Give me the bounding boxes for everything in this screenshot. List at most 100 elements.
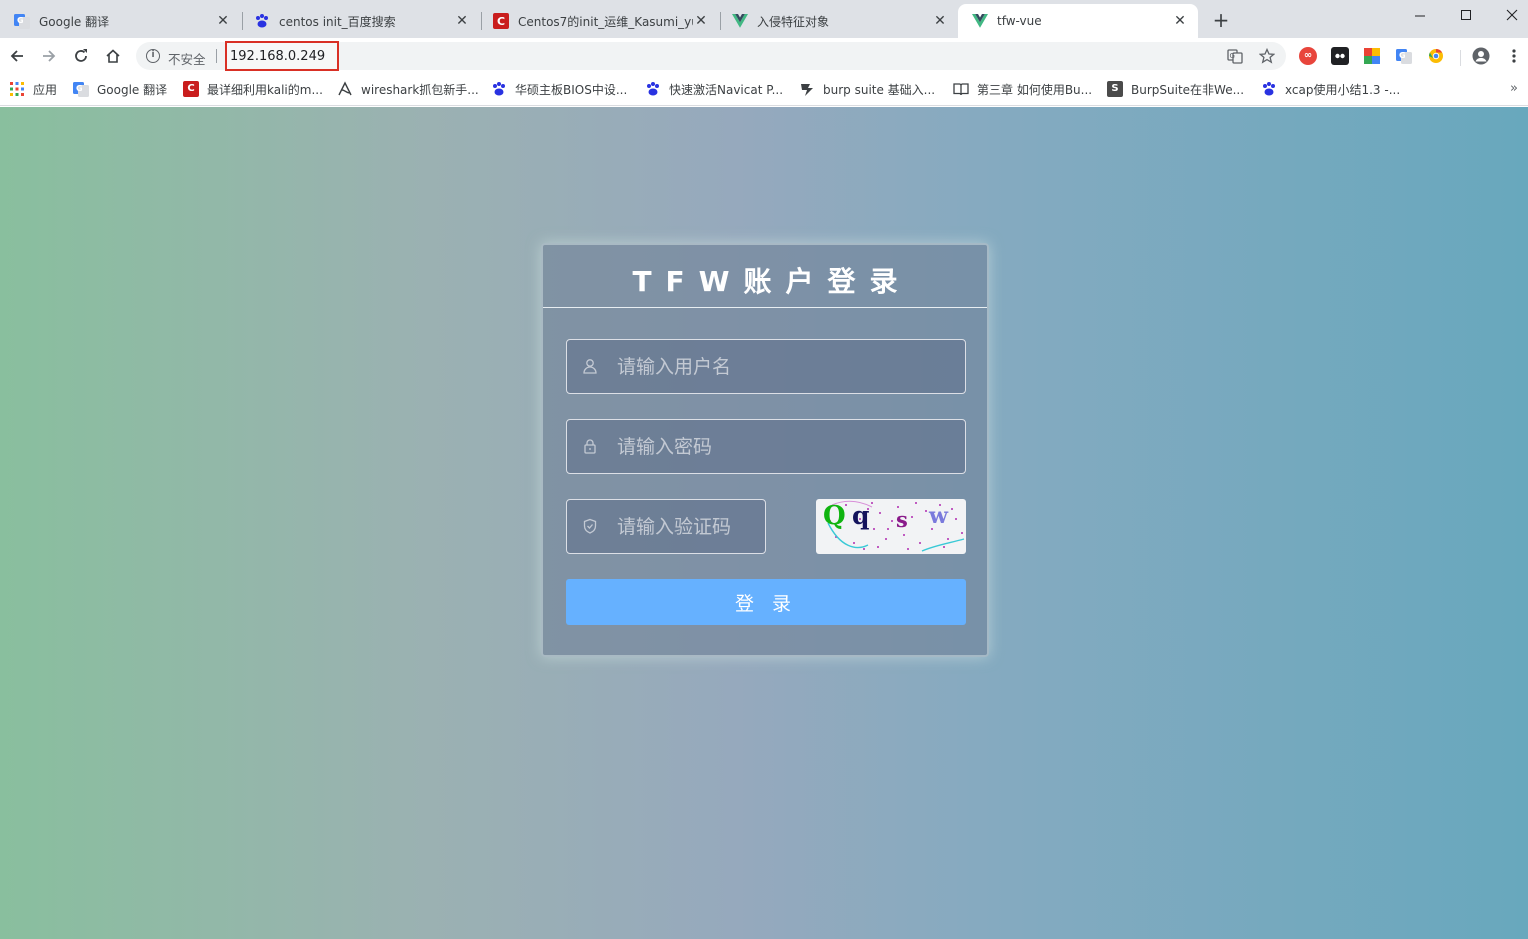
bookmark-label: BurpSuite在非We... [1131,82,1245,97]
username-field[interactable] [566,339,966,394]
translate-page-icon[interactable]: G [1226,47,1244,65]
login-title: TFW账户登录 [632,265,912,298]
tab-title: Google 翻译 [39,14,110,29]
bookmark-label: 第三章 如何使用Bu... [977,82,1093,97]
bookmark-label: 应用 [33,82,58,97]
svg-text:G: G [17,16,24,25]
address-separator [216,49,217,63]
captcha-field[interactable] [566,499,766,554]
user-icon [583,359,597,374]
close-icon[interactable]: ✕ [932,13,948,29]
back-button[interactable] [3,42,31,70]
tab-baidu-search[interactable]: centos init_百度搜索 ✕ [240,4,480,38]
csdn-icon: C [493,13,509,29]
bookmark-wireshark[interactable]: wireshark抓包新手... [337,80,479,98]
password-input[interactable] [617,420,957,473]
menu-kebab-icon[interactable] [1505,47,1523,65]
bookmark-bios[interactable]: 华硕主板BIOS中设... [491,80,627,98]
browser-toolbar: i 不安全 192.168.0.249 G ∞ G [0,38,1528,74]
burp-icon [799,81,815,97]
close-icon[interactable]: ✕ [454,13,470,29]
page-background: TFW账户登录 请输入用户名 请输入验证码 Q q s w 登 录 [0,107,1528,939]
csdn-icon: C [183,81,199,97]
bookmark-label: wireshark抓包新手... [361,82,479,97]
vue-icon [732,13,748,29]
extension-colorful-icon[interactable] [1363,47,1381,65]
tab-title: Centos7的init_运维_Kasumi_yu [518,14,693,29]
bookmark-google-translate[interactable]: G Google 翻译 [73,80,167,98]
reload-button[interactable] [67,42,95,70]
close-icon[interactable]: ✕ [1172,13,1188,29]
bookmark-star-icon[interactable] [1258,47,1276,65]
home-button[interactable] [99,42,127,70]
svg-text:G: G [76,84,83,93]
bookmark-burpsuite-non-web[interactable]: S BurpSuite在非We... [1107,80,1244,98]
wireshark-icon [337,81,353,97]
extension-chrome-icon[interactable] [1427,47,1445,65]
tab-title: tfw-vue [997,14,1042,28]
back-arrow-icon [10,50,23,62]
maximize-button[interactable] [1443,0,1489,30]
username-input[interactable] [617,340,957,393]
url-text[interactable]: 192.168.0.249 [230,49,325,64]
captcha-input[interactable] [617,500,762,553]
baidu-paw-icon [1261,81,1277,97]
bookmark-apps[interactable]: 应用 [9,80,57,98]
tab-tfw-vue[interactable]: tfw-vue ✕ [958,4,1198,38]
url-highlight-box: 192.168.0.249 [225,41,339,71]
bookmark-burp-basics[interactable]: burp suite 基础入... [799,80,935,98]
new-tab-button[interactable]: + [1209,9,1233,33]
captcha-char: s [896,507,908,532]
bookmark-label: 快速激活Navicat P... [669,82,784,97]
captcha-char: q [852,501,870,530]
captcha-char: w [929,503,948,529]
close-icon[interactable]: ✕ [215,13,231,29]
login-card: TFW账户登录 请输入用户名 请输入验证码 Q q s w 登 录 [541,243,989,657]
address-bar[interactable]: i 不安全 192.168.0.249 G [136,41,1286,71]
toolbar-separator [1460,50,1461,66]
title-divider [543,307,987,308]
vue-icon [972,13,988,29]
svg-text:G: G [1230,52,1235,60]
tab-strip: G Google 翻译 ✕ centos init_百度搜索 ✕ C Cento… [0,0,1528,38]
bookmark-label: Google 翻译 [97,82,168,97]
bookmarks-overflow-chevron-icon[interactable]: » [1510,81,1518,96]
extension-dark-icon[interactable] [1331,47,1349,65]
bookmarks-bar: 应用 G Google 翻译 C 最详细利用kali的m... wireshar… [0,74,1528,106]
shield-check-icon [583,518,597,534]
reload-icon [75,49,87,62]
google-translate-icon: G [14,13,30,29]
login-button[interactable]: 登 录 [566,579,966,625]
profile-avatar-icon[interactable] [1472,47,1490,65]
close-window-button[interactable] [1489,0,1528,30]
s-icon: S [1107,81,1123,97]
close-icon[interactable]: ✕ [693,13,709,29]
bookmark-navicat[interactable]: 快速激活Navicat P... [645,80,783,98]
bookmark-label: 华硕主板BIOS中设... [515,82,628,97]
tab-intrusion-objects[interactable]: 入侵特征对象 ✕ [718,4,958,38]
info-icon[interactable]: i [146,49,160,63]
extension-google-translate-icon[interactable]: G [1395,47,1413,65]
bookmark-label: burp suite 基础入... [823,82,936,97]
baidu-paw-icon [491,81,507,97]
captcha-char: Q [823,501,846,531]
tab-google-translate[interactable]: G Google 翻译 ✕ [0,4,241,38]
extension-infinity-icon[interactable]: ∞ [1299,47,1317,65]
baidu-paw-icon [254,13,270,29]
bookmark-xcap[interactable]: xcap使用小结1.3 -... [1261,80,1400,98]
svg-text:G: G [1399,51,1406,60]
captcha-image[interactable]: Q q s w [816,499,966,554]
tab-title: 入侵特征对象 [757,14,830,29]
book-icon [953,81,969,97]
password-field[interactable] [566,419,966,474]
lock-icon [584,439,596,454]
minimize-button[interactable] [1397,0,1443,30]
forward-arrow-icon [43,50,56,62]
tab-csdn-centos[interactable]: C Centos7的init_运维_Kasumi_yu ✕ [479,4,719,38]
tab-title: centos init_百度搜索 [279,14,396,29]
bookmark-kali[interactable]: C 最详细利用kali的m... [183,80,323,98]
bookmark-burp-chapter3[interactable]: 第三章 如何使用Bu... [953,80,1092,98]
security-indicator[interactable]: 不安全 [168,49,206,68]
bookmark-label: xcap使用小结1.3 -... [1285,82,1401,97]
forward-button[interactable] [35,42,63,70]
